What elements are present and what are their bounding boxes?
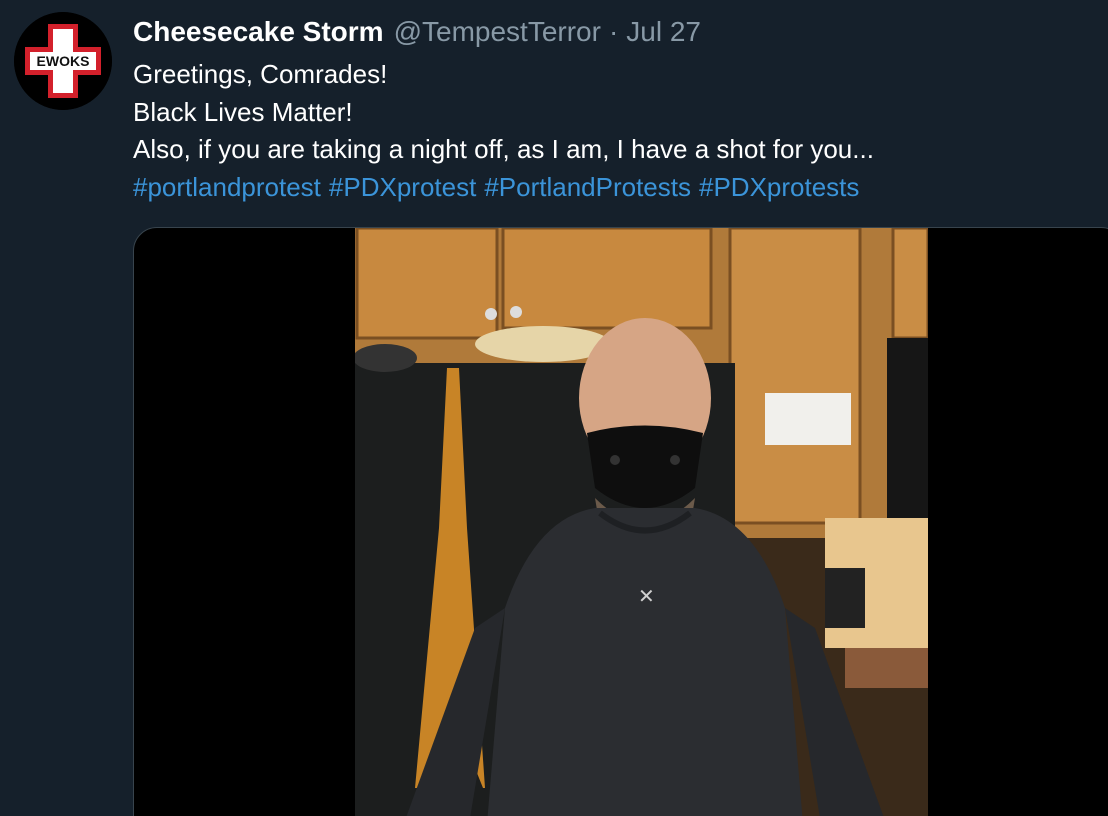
- masked-man-in-kitchen-video-frame-icon: ✕: [355, 228, 928, 816]
- tweet: EWOKS Cheesecake Storm @TempestTerror · …: [0, 0, 1108, 816]
- hashtag-portlandprotest[interactable]: #portlandprotest: [133, 172, 321, 202]
- tweet-date[interactable]: Jul 27: [626, 16, 701, 48]
- tweet-line-greeting: Greetings, Comrades!: [133, 59, 388, 89]
- tweet-header: Cheesecake Storm @TempestTerror · Jul 27: [133, 14, 701, 50]
- avatar-logo-text: EWOKS: [37, 53, 90, 69]
- tweet-text: Greetings, Comrades! Black Lives Matter!…: [133, 56, 874, 206]
- hashtag-portlandprotests[interactable]: #PortlandProtests: [484, 172, 691, 202]
- hashtag-pdxprotest[interactable]: #PDXprotest: [329, 172, 476, 202]
- tweet-line-blm: Black Lives Matter!: [133, 96, 353, 127]
- separator-dot: ·: [608, 16, 619, 47]
- video-player[interactable]: ✕: [133, 227, 1108, 816]
- tweet-line-shot: Also, if you are taking a night off, as …: [133, 134, 874, 164]
- user-handle[interactable]: @TempestTerror: [394, 16, 601, 48]
- hashtag-pdxprotests[interactable]: #PDXprotests: [699, 172, 859, 202]
- hashtag-list: #portlandprotest #PDXprotest #PortlandProt…: [133, 169, 874, 207]
- avatar[interactable]: EWOKS: [14, 12, 112, 110]
- svg-text:✕: ✕: [638, 586, 655, 608]
- video-frame: ✕: [355, 228, 928, 816]
- ewoks-logo-icon: EWOKS: [14, 12, 112, 110]
- display-name[interactable]: Cheesecake Storm: [133, 16, 384, 48]
